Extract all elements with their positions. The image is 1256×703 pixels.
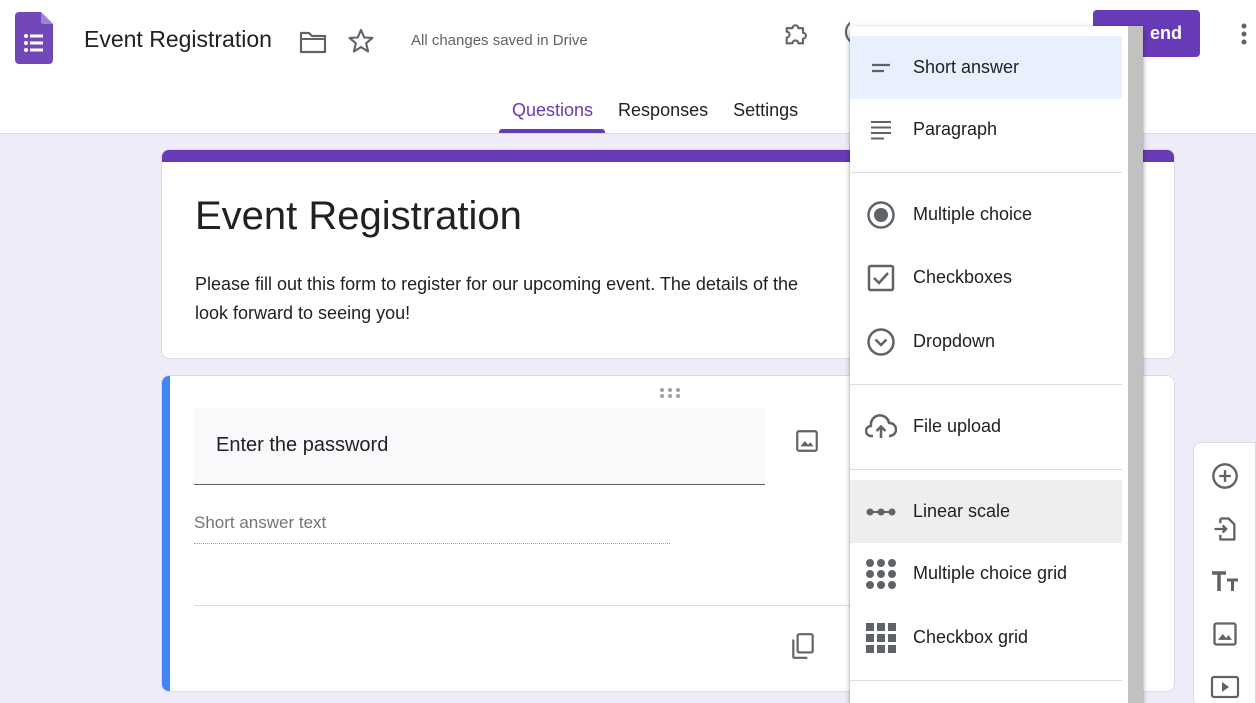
palette-icon[interactable] xyxy=(842,16,850,46)
menu-item-label: Multiple choice grid xyxy=(913,563,1068,583)
menu-item-file-upload[interactable]: File upload xyxy=(850,395,1122,458)
addon-puzzle-icon[interactable] xyxy=(781,19,811,49)
menu-item-dropdown[interactable]: Dropdown xyxy=(850,310,1122,373)
question-footer-divider xyxy=(194,605,874,606)
star-icon[interactable] xyxy=(346,26,376,56)
menu-item-label: Checkbox grid xyxy=(913,627,1029,647)
short-answer-placeholder: Short answer text xyxy=(194,513,670,544)
add-title-icon[interactable] xyxy=(1209,566,1241,598)
form-description-line: Please fill out this form to register fo… xyxy=(195,274,798,294)
form-description[interactable]: Please fill out this form to register fo… xyxy=(195,270,855,328)
radio-icon xyxy=(865,199,897,231)
short-answer-icon xyxy=(865,52,897,84)
tab-settings[interactable]: Settings xyxy=(720,86,810,134)
menu-item-multiple-choice-grid[interactable]: Multiple choice grid xyxy=(850,542,1122,605)
drag-handle-icon[interactable] xyxy=(659,386,681,398)
menu-item-label: Checkboxes xyxy=(913,267,1013,287)
question-title-text: Enter the password xyxy=(216,434,389,456)
menu-item-label: File upload xyxy=(913,416,1002,436)
dots-grid-icon xyxy=(865,558,897,590)
menu-item-label: Linear scale xyxy=(913,501,1011,521)
question-title-input[interactable]: Enter the password xyxy=(194,408,765,485)
add-question-icon[interactable] xyxy=(1209,460,1241,492)
add-image-icon[interactable] xyxy=(1209,618,1241,650)
dropdown-circle-icon xyxy=(865,326,897,358)
form-description-line: look forward to seeing you! xyxy=(195,303,411,323)
save-status: All changes saved in Drive xyxy=(411,32,588,49)
add-image-icon[interactable] xyxy=(792,426,822,456)
menu-item-paragraph[interactable]: Paragraph xyxy=(850,98,1122,161)
question-type-menu: Short answer Paragraph Multiple choice C… xyxy=(850,26,1143,703)
more-vert-icon[interactable] xyxy=(1232,20,1256,48)
form-tabs: Questions Responses Settings xyxy=(499,86,810,134)
forms-logo-icon[interactable] xyxy=(15,12,53,64)
squares-grid-icon xyxy=(865,622,897,654)
menu-item-label: Paragraph xyxy=(913,119,998,139)
menu-divider xyxy=(850,469,1122,470)
menu-item-linear-scale[interactable]: Linear scale xyxy=(850,480,1122,543)
menu-item-label: Dropdown xyxy=(913,331,996,351)
duplicate-icon[interactable] xyxy=(788,631,818,661)
tab-questions[interactable]: Questions xyxy=(499,86,606,134)
cloud-upload-icon xyxy=(865,411,897,443)
menu-item-multiple-choice[interactable]: Multiple choice xyxy=(850,183,1122,246)
active-question-indicator xyxy=(162,376,170,691)
linear-scale-icon xyxy=(865,496,897,528)
import-questions-icon[interactable] xyxy=(1209,513,1241,545)
checkbox-icon xyxy=(865,262,897,294)
menu-item-short-answer[interactable]: Short answer xyxy=(850,36,1122,99)
add-video-icon[interactable] xyxy=(1209,671,1241,703)
form-title[interactable]: Event Registration xyxy=(195,194,522,239)
menu-item-label: Short answer xyxy=(913,57,1020,77)
menu-divider xyxy=(850,384,1122,385)
menu-divider xyxy=(850,172,1122,173)
menu-scrollbar[interactable] xyxy=(1128,26,1143,703)
tab-responses[interactable]: Responses xyxy=(605,86,720,134)
folder-icon[interactable] xyxy=(298,27,328,57)
document-title[interactable]: Event Registration xyxy=(84,26,272,53)
menu-divider xyxy=(850,680,1122,681)
side-toolbar xyxy=(1193,442,1256,703)
menu-item-checkboxes[interactable]: Checkboxes xyxy=(850,246,1122,309)
menu-item-checkbox-grid[interactable]: Checkbox grid xyxy=(850,606,1122,669)
paragraph-icon xyxy=(865,114,897,146)
menu-item-label: Multiple choice xyxy=(913,204,1033,224)
